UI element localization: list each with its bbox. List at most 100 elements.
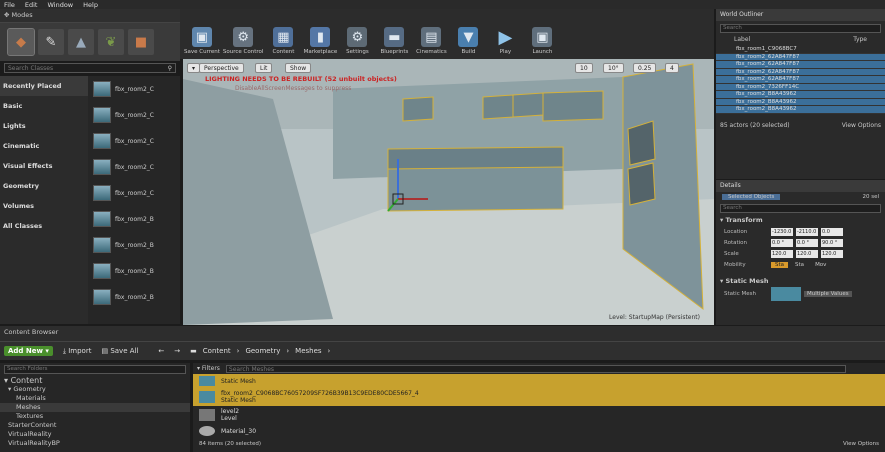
folder-item[interactable]: VirtualReality [0,430,190,439]
transform-header[interactable]: ▾ Transform [716,215,885,226]
place-mode-icon[interactable]: ◆ [7,28,35,56]
asset-row[interactable]: Material_30 [193,424,885,438]
view-options-button[interactable]: View Options [843,441,879,447]
folder-item[interactable]: VirtualRealityBP [0,439,190,448]
folder-item[interactable]: StarterContent [0,421,190,430]
breadcrumb-item[interactable]: Meshes [295,347,321,355]
category-all-classes[interactable]: All Classes [0,216,88,236]
table-row[interactable]: fbx_room2_B8A43962 [716,98,885,106]
list-item[interactable]: fbx_room2_B [88,232,180,258]
category-geometry[interactable]: Geometry [0,176,88,196]
folder-item[interactable]: ▾ Content [0,376,190,385]
column-label[interactable]: Label [734,36,750,46]
menu-file[interactable]: File [4,1,15,9]
blueprints-button[interactable]: ▬ Blueprints [377,13,411,55]
table-row[interactable]: fbx_room2_62A847F87 [716,61,885,69]
folder-item[interactable]: Materials [0,394,190,403]
mobility-movable-toggle[interactable]: Mov [811,262,830,268]
table-row[interactable]: fbx_room2_62A847F87 [716,53,885,61]
folder-item[interactable]: Meshes [0,403,190,412]
view-options-button[interactable]: View Options [842,122,881,129]
folder-item[interactable]: Textures [0,412,190,421]
camera-speed-button[interactable]: 4 [665,63,679,73]
play-button[interactable]: ▶ Play [488,13,522,56]
list-item[interactable]: fbx_room2_B [88,206,180,232]
scale-snap-button[interactable]: 0.25 [633,63,657,73]
show-button[interactable]: Show [285,63,312,73]
scale-z-field[interactable]: 120.0 [821,249,843,258]
list-item[interactable]: fbx_room2_B [88,258,180,284]
add-new-button[interactable]: Add New ▾ [4,346,53,356]
breadcrumb-item[interactable]: Content [203,347,231,355]
table-row[interactable]: fbx_room1_C9068BC7 [716,46,885,54]
foliage-mode-icon[interactable]: ❦ [98,29,124,55]
outliner-search-input[interactable]: Search [720,24,881,33]
location-label[interactable]: Location [724,229,768,235]
asset-row[interactable]: fbx_room2_C9068BC76057209SF726B39B13C9ED… [193,388,885,406]
paint-mode-icon[interactable]: ✎ [38,29,64,55]
content-button[interactable]: ▦ Content [266,13,300,55]
search-classes-input[interactable]: Search Classes ⚲ [4,63,176,73]
asset-row[interactable]: Static Mesh [193,374,885,388]
table-row[interactable]: fbx_room2_62A847F87 [716,76,885,84]
list-item[interactable]: fbx_room2_C [88,128,180,154]
content-browser-tab[interactable]: Content Browser [0,326,885,342]
rotation-y-field[interactable]: 0.0 ° [796,238,818,247]
location-y-field[interactable]: -2110.0 [796,227,818,236]
category-basic[interactable]: Basic [0,96,88,116]
rotation-z-field[interactable]: 90.0 ° [821,238,843,247]
menu-help[interactable]: Help [83,1,98,9]
table-row[interactable]: fbx_room2_62A847F87 [716,68,885,76]
table-row[interactable]: fbx_room2_B8A43962 [716,106,885,114]
forward-icon[interactable]: → [174,347,180,355]
details-tab[interactable]: Details [716,180,885,192]
back-icon[interactable]: ← [158,347,164,355]
column-type[interactable]: Type [853,36,867,46]
list-item[interactable]: fbx_room2_C [88,154,180,180]
list-item[interactable]: fbx_room2_B [88,284,180,310]
menu-edit[interactable]: Edit [25,1,38,9]
launch-button[interactable]: ▣ Launch [525,13,559,55]
perspective-button[interactable]: Perspective [199,63,244,73]
category-volumes[interactable]: Volumes [0,196,88,216]
save-current-button[interactable]: ▣ Save Current [184,13,220,55]
rotation-label[interactable]: Rotation [724,240,768,246]
folder-item[interactable]: ▾ Geometry [0,385,190,394]
filters-button[interactable]: ▾ Filters [197,365,220,372]
table-row[interactable]: fbx_room2_B8A43962 [716,91,885,99]
geometry-mode-icon[interactable]: ■ [128,29,154,55]
landscape-mode-icon[interactable]: ▲ [68,29,94,55]
scale-label[interactable]: Scale [724,251,768,257]
list-item[interactable]: fbx_room2_C [88,76,180,102]
category-lights[interactable]: Lights [0,116,88,136]
category-visual-effects[interactable]: Visual Effects [0,156,88,176]
level-viewport[interactable]: ▾ Perspective Lit Show 10 10° 0.25 4 LIG… [183,59,714,325]
list-item[interactable]: fbx_room2_C [88,180,180,206]
breadcrumb-item[interactable]: Geometry [245,347,280,355]
marketplace-button[interactable]: ▮ Marketplace [303,13,337,55]
rotation-x-field[interactable]: 0.0 ° [771,238,793,247]
scale-y-field[interactable]: 120.0 [796,249,818,258]
asset-search-input[interactable]: Search Meshes [225,364,846,373]
category-cinematic[interactable]: Cinematic [0,136,88,156]
location-z-field[interactable]: 0.0 [821,227,843,236]
asset-row[interactable]: level2 Level [193,406,885,424]
source-control-button[interactable]: ⚙ Source Control [223,13,263,55]
menu-window[interactable]: Window [47,1,73,9]
mobility-stationary-toggle[interactable]: Sta [791,262,808,268]
folder-search-input[interactable]: Search Folders [4,365,186,374]
save-all-button[interactable]: ▤ Save All [101,347,138,355]
import-button[interactable]: ⤓ Import [63,347,92,356]
cinematics-button[interactable]: ▤ Cinematics [414,13,448,55]
lit-button[interactable]: Lit [255,63,273,73]
world-outliner-tab[interactable]: World Outliner [716,9,885,21]
mobility-static-toggle[interactable]: Sta [771,261,789,268]
location-x-field[interactable]: -1230.0 [771,227,793,236]
table-row[interactable]: fbx_room2_7326FF14C [716,83,885,91]
build-button[interactable]: ▼ Build [451,13,485,55]
list-item[interactable]: fbx_room2_C [88,102,180,128]
modes-tab[interactable]: ✥ Modes [0,9,180,23]
category-recently-placed[interactable]: Recently Placed [0,76,88,96]
multiple-values-dropdown[interactable]: Multiple Values [804,290,852,297]
settings-button[interactable]: ⚙ Settings [340,13,374,55]
